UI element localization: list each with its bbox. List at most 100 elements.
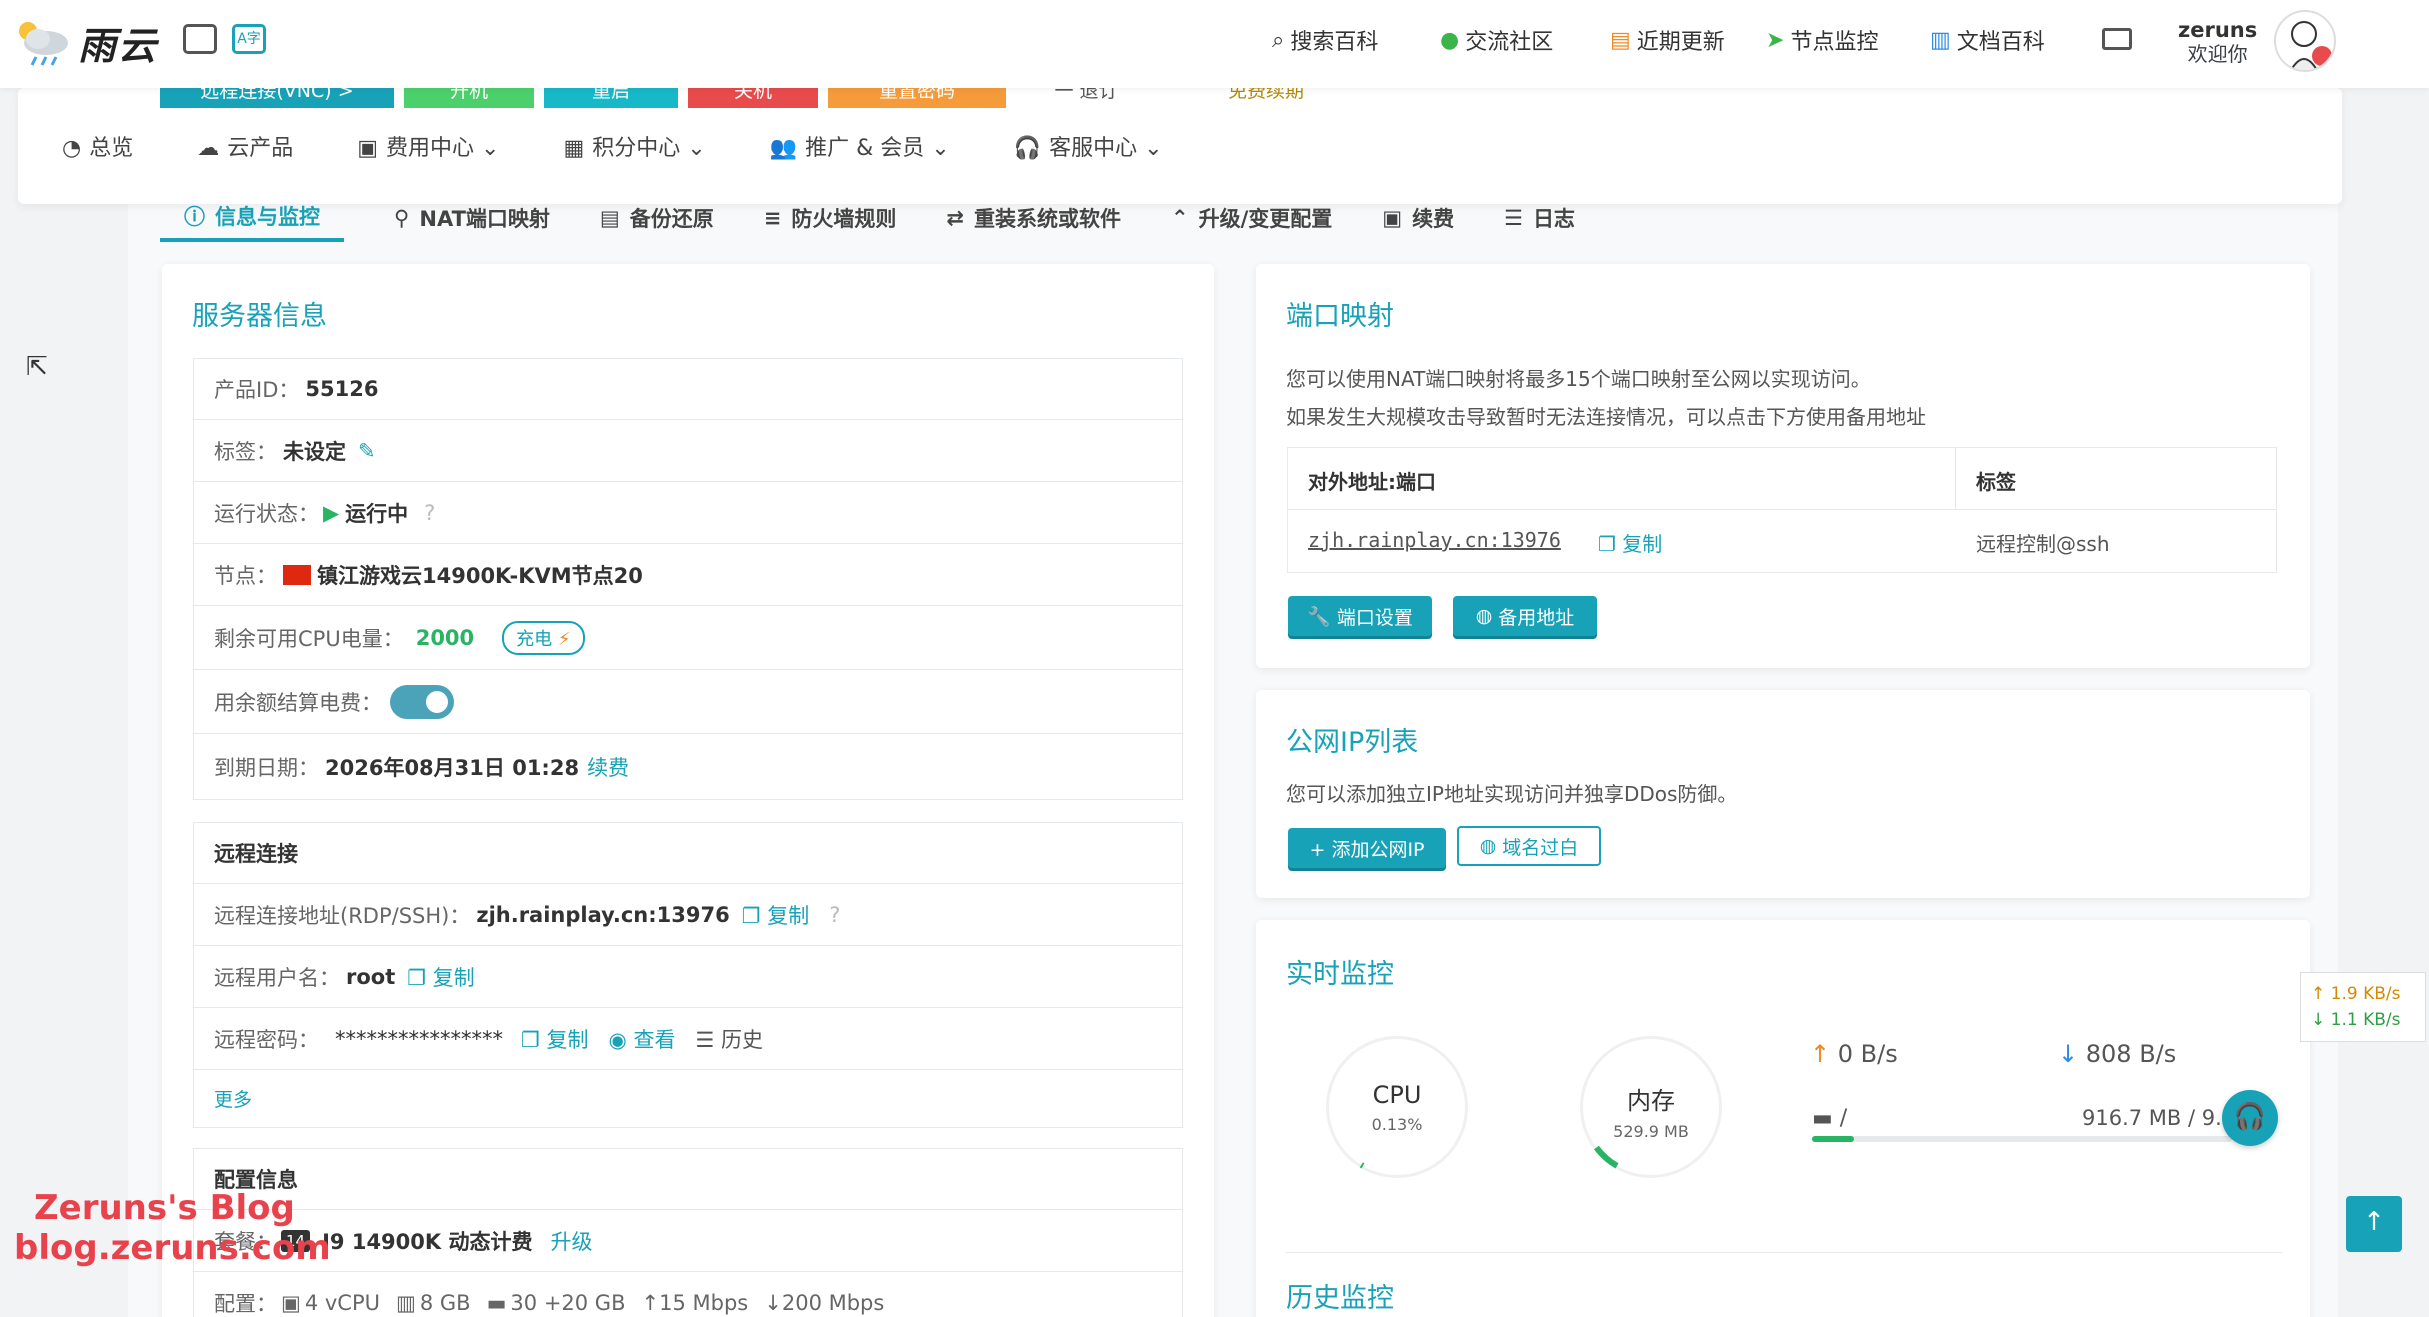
help-icon[interactable]: ? — [424, 501, 435, 525]
backup-icon: ▤ — [599, 206, 620, 230]
menu-products[interactable]: ☁ 云产品 — [197, 130, 293, 162]
logo[interactable]: 雨云 — [14, 10, 158, 74]
support-headset-button[interactable]: 🎧 — [2222, 1090, 2278, 1146]
speed-up-value: 1.9 KB/s — [2330, 984, 2401, 1004]
copy-user-button[interactable]: ❐ 复制 — [407, 962, 475, 992]
copy-pwd-button[interactable]: ❐ 复制 — [521, 1024, 589, 1054]
arrow-up-icon: ↑ — [641, 1290, 660, 1315]
info-icon: ⓘ — [184, 205, 205, 229]
cpu-credit-value: 2000 — [415, 625, 475, 650]
net-speed-widget: ↑ 1.9 KB/s ↓ 1.1 KB/s — [2300, 972, 2426, 1042]
menu-billing[interactable]: ▣ 费用中心 ⌄ — [357, 130, 499, 162]
brand-name: 雨云 — [78, 23, 159, 68]
disk-usage-fill — [1812, 1136, 1854, 1142]
avatar[interactable] — [2274, 10, 2336, 72]
nav-label: 搜索百科 — [1290, 30, 1379, 55]
copy-port-button[interactable]: ❐ 复制 — [1598, 528, 1662, 557]
menu-support[interactable]: 🎧 客服中心 ⌄ — [1014, 130, 1163, 162]
expire-row: 到期日期： 2026年08月31日 01:28 续费 — [193, 734, 1183, 800]
spec-disk: 30 +20 GB — [510, 1290, 626, 1315]
user-info[interactable]: zeruns 欢迎你 — [2178, 18, 2257, 66]
balance-toggle[interactable] — [390, 684, 454, 719]
speed-up: ↑ 1.9 KB/s — [2311, 984, 2401, 1004]
globe-icon: ◍ — [1475, 605, 1493, 627]
history-title: 历史监控 — [1286, 1283, 1394, 1314]
copy-label: 复制 — [1622, 532, 1663, 556]
tab-label: 重装系统或软件 — [973, 207, 1121, 231]
balance-row: 用余额结算电费： — [193, 670, 1183, 734]
spec-row: 配置： ▣ 4 vCPU ▥ 8 GB ▬ 30 +20 GB ↑ 15 Mbps ↓ 200 Mb… — [193, 1272, 1183, 1317]
nav-label: 交流社区 — [1465, 30, 1554, 55]
tab-label: 备份还原 — [629, 207, 714, 231]
chevron-down-icon: ⌄ — [1144, 136, 1163, 161]
menu-referral[interactable]: 👥 推广 & 会员 ⌄ — [770, 130, 950, 162]
memory-gauge-arc — [1580, 1036, 1722, 1178]
menu-overview[interactable]: ◔ 总览 — [62, 130, 133, 162]
cpu-gauge: CPU 0.13% — [1326, 1036, 1468, 1178]
port-mapping-desc: 您可以使用NAT端口映射将最多15个端口映射至公网以实现访问。 如果发生大规模攻击… — [1286, 360, 1926, 436]
watermark: Zeruns's Blog blog.zeruns.com — [14, 1188, 331, 1268]
cpu-gauge-arc — [1326, 1036, 1468, 1178]
upgrade-link[interactable]: 升级 — [550, 1226, 592, 1256]
port-addr-value[interactable]: zjh.rainplay.cn:13976 — [1308, 528, 1561, 552]
add-ip-button[interactable]: + 添加公网IP — [1288, 828, 1446, 868]
tag-row: 标签： 未设定 ✎ — [193, 420, 1183, 482]
copy-addr-button[interactable]: ❐ 复制 — [742, 900, 810, 930]
nav-label: 近期更新 — [1636, 30, 1725, 55]
net-down: ↓ 808 B/s — [2058, 1040, 2176, 1068]
book-icon: ▥ — [1930, 27, 1951, 53]
nav-updates[interactable]: ▤ 近期更新 — [1610, 22, 1725, 58]
remote-addr-row: 远程连接地址(RDP/SSH)： zjh.rainplay.cn:13976 ❐ 复… — [193, 884, 1183, 946]
chevron-down-icon: ⌄ — [481, 136, 500, 161]
port-table: 对外地址:端口 标签 zjh.rainplay.cn:13976 ❐ 复制 远程… — [1287, 447, 2277, 573]
button-label: 域名过白 — [1502, 836, 1579, 859]
more-link[interactable]: 更多 — [214, 1085, 252, 1112]
button-label: 端口设置 — [1336, 606, 1413, 629]
nat-icon: ⚲ — [394, 206, 410, 230]
remote-title-row: 远程连接 — [193, 822, 1183, 884]
pwd-history-button[interactable]: ☰ 历史 — [696, 1024, 764, 1054]
menu-points[interactable]: ▦ 积分中心 ⌄ — [563, 130, 705, 162]
firewall-icon: ≡ — [763, 206, 782, 230]
mail-icon[interactable] — [2102, 28, 2132, 50]
edit-icon[interactable]: ✎ — [358, 439, 376, 463]
field-label: 产品ID： — [214, 378, 300, 402]
china-flag-icon — [283, 564, 311, 585]
port-mapping-title: 端口映射 — [1286, 301, 1394, 332]
translate-icon[interactable]: A字 — [232, 24, 266, 54]
nav-node-monitor[interactable]: ➤ 节点监控 — [1766, 22, 1878, 58]
username: zeruns — [2178, 18, 2258, 42]
remote-user-row: 远程用户名： root ❐ 复制 — [193, 946, 1183, 1008]
help-icon[interactable]: ? — [829, 903, 840, 927]
field-label: 远程用户名： — [214, 965, 340, 990]
charge-button[interactable]: 充电 ⚡ — [502, 620, 585, 655]
image-icon[interactable] — [183, 24, 217, 54]
nav-community[interactable]: ● 交流社区 — [1440, 22, 1553, 58]
nav-search[interactable]: ⌕ 搜索百科 — [1272, 22, 1378, 58]
gift-icon: ▦ — [563, 136, 585, 161]
server-info-title: 服务器信息 — [192, 301, 327, 332]
product-id-row: 产品ID： 55126 — [193, 358, 1183, 420]
renew-link[interactable]: 续费 — [587, 752, 629, 782]
backup-address-button[interactable]: ◍ 备用地址 — [1453, 596, 1597, 636]
field-label: 剩余可用CPU电量： — [214, 626, 404, 651]
field-label: 配置： — [214, 1291, 277, 1316]
list-icon: ☰ — [1504, 206, 1523, 230]
disk-mount: ▬ / — [1812, 1106, 1847, 1131]
status-value: 运行中 — [345, 501, 409, 526]
port-tag-value: 远程控制@ssh — [1976, 532, 2110, 556]
chevron-down-icon: ⌄ — [931, 136, 950, 161]
desc-line: 如果发生大规模攻击导致暂时无法连接情况，可以点击下方使用备用地址 — [1286, 405, 1926, 429]
cpu-credit-row: 剩余可用CPU电量： 2000 充电 ⚡ — [193, 606, 1183, 670]
back-to-top-button[interactable]: ↑ — [2346, 1196, 2402, 1252]
table-header: 对外地址:端口 — [1288, 448, 1956, 510]
disk-icon: ▬ — [486, 1290, 507, 1315]
nav-docs[interactable]: ▥ 文档百科 — [1930, 22, 2045, 58]
port-settings-button[interactable]: 🔧 端口设置 — [1288, 596, 1432, 636]
view-pwd-button[interactable]: ◉ 查看 — [609, 1024, 676, 1054]
domain-whitelist-button[interactable]: ◍ 域名过白 — [1457, 826, 1601, 866]
tag-value: 未设定 — [283, 439, 346, 464]
expire-value: 2026年08月31日 01:28 — [325, 755, 580, 780]
money-icon: ▣ — [1382, 206, 1403, 230]
bolt-icon: ⚡ — [557, 628, 571, 650]
